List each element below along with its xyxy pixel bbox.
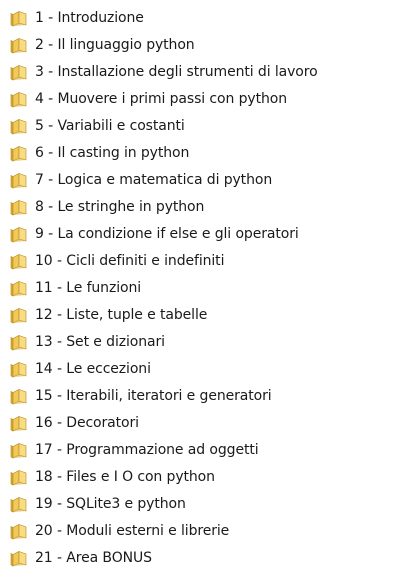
folder-item[interactable]: 1 - Introduzione	[0, 5, 414, 32]
folder-item-label: 17 - Programmazione ad oggetti	[35, 442, 259, 458]
folder-item-label: 11 - Le funzioni	[35, 280, 142, 296]
folder-item[interactable]: 17 - Programmazione ad oggetti	[0, 437, 414, 464]
folder-item-label: 14 - Le eccezioni	[35, 361, 151, 377]
folder-icon	[10, 496, 27, 513]
folder-item-label: 3 - Installazione degli strumenti di lav…	[35, 64, 318, 80]
folder-item-label: 15 - Iterabili, iteratori e generatori	[35, 388, 272, 404]
folder-icon	[10, 226, 27, 243]
folder-item-label: 7 - Logica e matematica di python	[35, 172, 273, 188]
folder-item-label: 18 - Files e I O con python	[35, 469, 215, 485]
folder-item-label: 19 - SQLite3 e python	[35, 496, 186, 512]
folder-item-label: 9 - La condizione if else e gli operator…	[35, 226, 299, 242]
folder-icon	[10, 10, 27, 27]
folder-item-label: 20 - Moduli esterni e librerie	[35, 523, 230, 539]
folder-item[interactable]: 20 - Moduli esterni e librerie	[0, 518, 414, 545]
folder-item-label: 21 - Area BONUS	[35, 550, 152, 566]
folder-item-label: 4 - Muovere i primi passi con python	[35, 91, 287, 107]
folder-icon	[10, 523, 27, 540]
folder-item-label: 13 - Set e dizionari	[35, 334, 165, 350]
folder-item[interactable]: 16 - Decoratori	[0, 410, 414, 437]
folder-item-label: 1 - Introduzione	[35, 10, 144, 26]
folder-item[interactable]: 5 - Variabili e costanti	[0, 113, 414, 140]
folder-item[interactable]: 21 - Area BONUS	[0, 545, 414, 572]
folder-list: 1 - Introduzione 2 - Il linguaggio python…	[0, 5, 414, 572]
folder-icon	[10, 199, 27, 216]
folder-icon	[10, 334, 27, 351]
folder-item[interactable]: 9 - La condizione if else e gli operator…	[0, 221, 414, 248]
folder-item-label: 16 - Decoratori	[35, 415, 139, 431]
folder-icon	[10, 388, 27, 405]
folder-item[interactable]: 18 - Files e I O con python	[0, 464, 414, 491]
folder-icon	[10, 91, 27, 108]
folder-item[interactable]: 11 - Le funzioni	[0, 275, 414, 302]
folder-item[interactable]: 15 - Iterabili, iteratori e generatori	[0, 383, 414, 410]
folder-icon	[10, 172, 27, 189]
folder-item-label: 5 - Variabili e costanti	[35, 118, 185, 134]
folder-icon	[10, 253, 27, 270]
folder-item-label: 12 - Liste, tuple e tabelle	[35, 307, 208, 323]
folder-item[interactable]: 10 - Cicli definiti e indefiniti	[0, 248, 414, 275]
folder-icon	[10, 415, 27, 432]
folder-icon	[10, 64, 27, 81]
folder-icon	[10, 37, 27, 54]
folder-icon	[10, 280, 27, 297]
folder-item[interactable]: 14 - Le eccezioni	[0, 356, 414, 383]
folder-icon	[10, 307, 27, 324]
folder-item[interactable]: 4 - Muovere i primi passi con python	[0, 86, 414, 113]
folder-item[interactable]: 6 - Il casting in python	[0, 140, 414, 167]
folder-icon	[10, 550, 27, 567]
folder-item[interactable]: 12 - Liste, tuple e tabelle	[0, 302, 414, 329]
folder-item-label: 10 - Cicli definiti e indefiniti	[35, 253, 225, 269]
folder-item[interactable]: 7 - Logica e matematica di python	[0, 167, 414, 194]
folder-icon	[10, 442, 27, 459]
folder-icon	[10, 118, 27, 135]
folder-item[interactable]: 19 - SQLite3 e python	[0, 491, 414, 518]
folder-item[interactable]: 8 - Le stringhe in python	[0, 194, 414, 221]
folder-item-label: 2 - Il linguaggio python	[35, 37, 195, 53]
folder-item[interactable]: 13 - Set e dizionari	[0, 329, 414, 356]
folder-item-label: 6 - Il casting in python	[35, 145, 190, 161]
folder-icon	[10, 145, 27, 162]
folder-item[interactable]: 2 - Il linguaggio python	[0, 32, 414, 59]
folder-item-label: 8 - Le stringhe in python	[35, 199, 205, 215]
folder-icon	[10, 361, 27, 378]
folder-icon	[10, 469, 27, 486]
folder-item[interactable]: 3 - Installazione degli strumenti di lav…	[0, 59, 414, 86]
